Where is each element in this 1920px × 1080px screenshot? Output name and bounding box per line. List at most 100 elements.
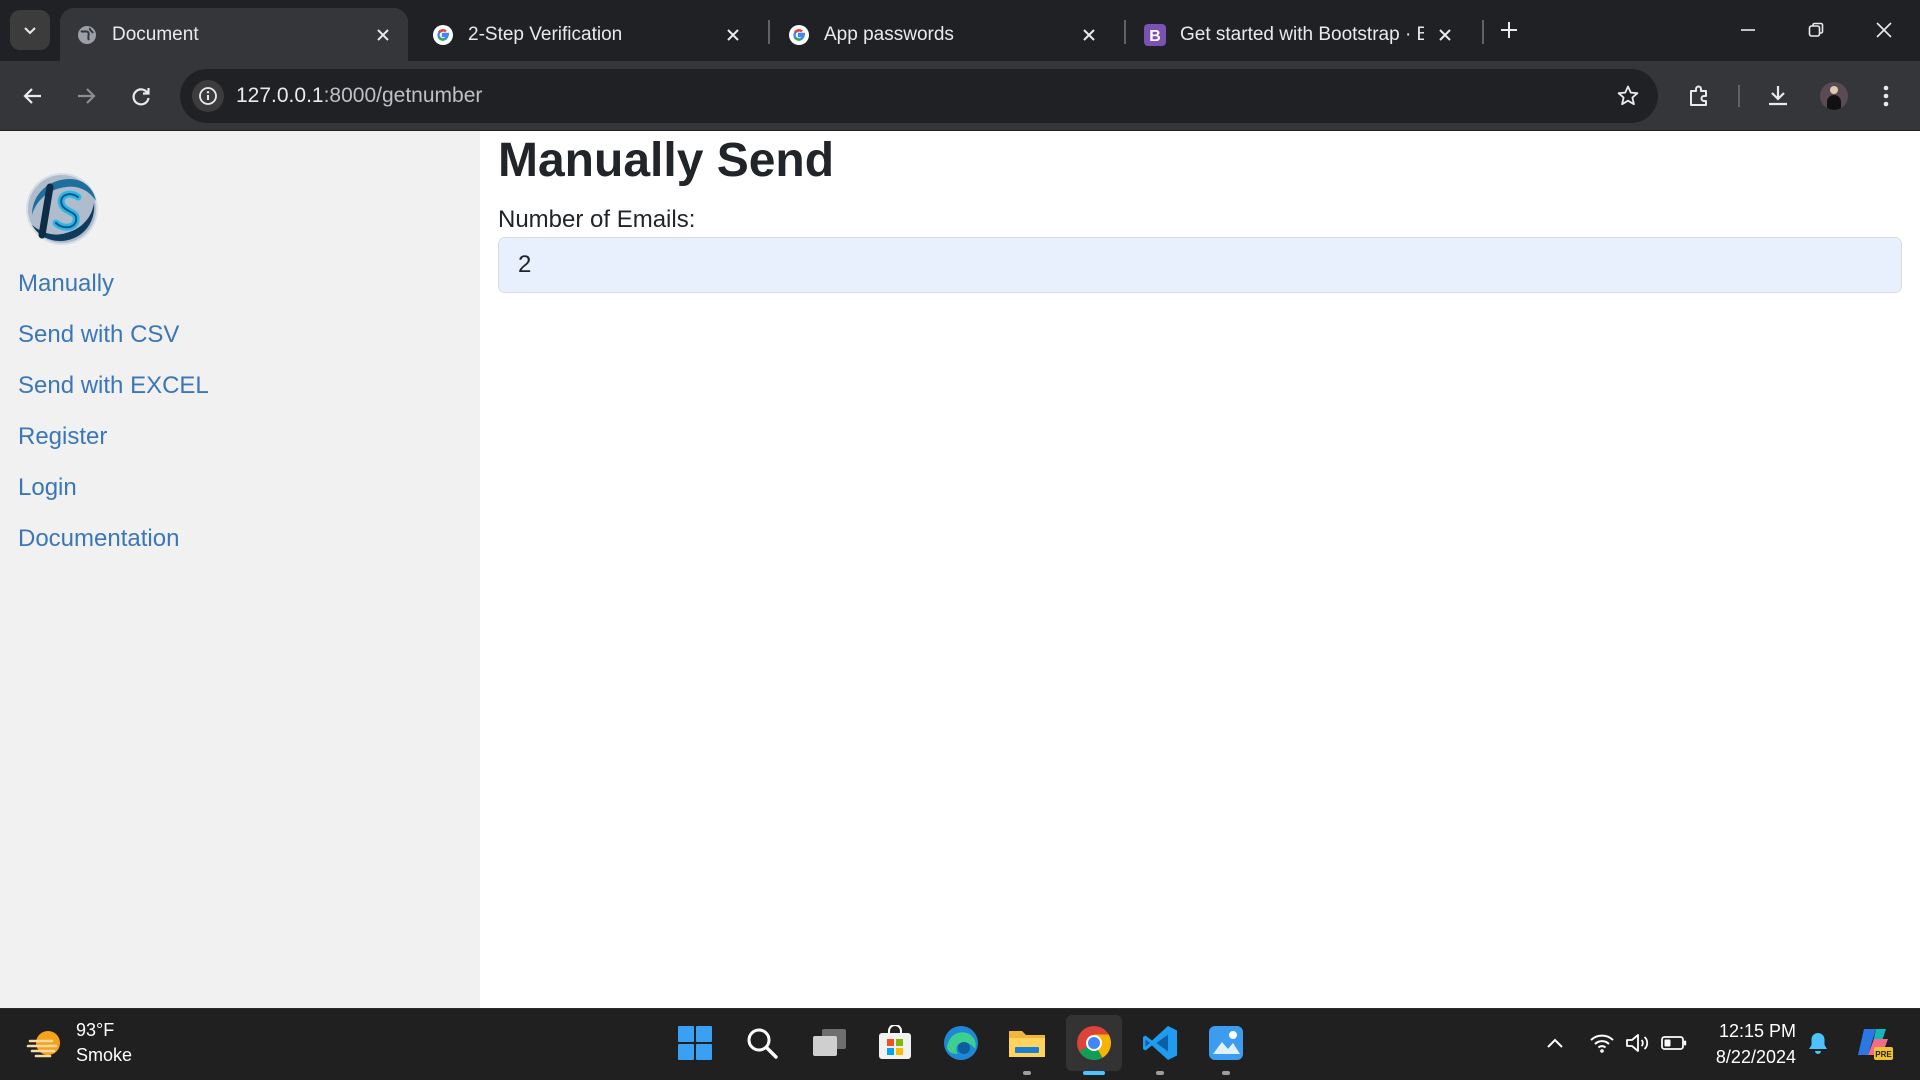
clock-date[interactable]: 8/22/2024 xyxy=(1700,1047,1796,1068)
volume-icon[interactable] xyxy=(1624,1029,1652,1057)
tab-title: Document xyxy=(112,23,199,45)
weather-condition[interactable]: Smoke xyxy=(76,1045,132,1066)
photos-button[interactable] xyxy=(1198,1015,1254,1075)
chrome-button[interactable] xyxy=(1066,1015,1122,1075)
photos-icon xyxy=(1209,1026,1243,1060)
tab-separator xyxy=(768,20,770,44)
vscode-icon xyxy=(1143,1026,1177,1060)
tab-app-passwords[interactable]: App passwords xyxy=(772,8,1114,61)
edge-button[interactable] xyxy=(933,1015,989,1071)
new-tab-button[interactable] xyxy=(1492,13,1526,47)
file-explorer-icon xyxy=(1009,1031,1045,1057)
nav-link-send-with-csv[interactable]: Send with CSV xyxy=(18,321,179,349)
google-icon xyxy=(432,24,454,46)
tab-document[interactable]: Document xyxy=(60,8,408,61)
tab-title: App passwords xyxy=(824,23,954,45)
active-indicator xyxy=(1083,1071,1105,1075)
running-indicator xyxy=(1023,1071,1031,1075)
extensions-button[interactable] xyxy=(1679,76,1719,116)
close-icon xyxy=(1876,22,1892,38)
address-bar[interactable]: 127.0.0.1:8000/getnumber xyxy=(180,69,1658,123)
weather-temperature[interactable]: 93°F xyxy=(76,1020,114,1041)
bootstrap-icon: B xyxy=(1144,23,1166,46)
battery-icon[interactable] xyxy=(1660,1029,1688,1057)
google-icon xyxy=(788,24,810,46)
avatar-head xyxy=(1830,86,1838,94)
downloads-button[interactable] xyxy=(1758,76,1798,116)
task-view-icon xyxy=(813,1029,846,1056)
tab-2-step-verification[interactable]: 2-Step Verification xyxy=(416,8,758,61)
puzzle-icon xyxy=(1690,85,1707,106)
nav-link-login[interactable]: Login xyxy=(18,474,77,502)
tab-separator xyxy=(1482,20,1484,44)
chevron-down-icon xyxy=(24,27,36,35)
restore-button[interactable] xyxy=(1782,0,1850,60)
globe-icon xyxy=(76,24,98,46)
url-host: 127.0.0.1 xyxy=(236,84,324,107)
close-icon[interactable] xyxy=(372,24,394,46)
nav-link-send-with-excel[interactable]: Send with EXCEL xyxy=(18,372,209,400)
url-text: 127.0.0.1:8000/getnumber xyxy=(236,84,482,108)
taskbar-search-button[interactable] xyxy=(734,1015,790,1071)
reload-icon xyxy=(132,88,150,106)
running-indicator xyxy=(1222,1071,1230,1075)
tab-search-button[interactable] xyxy=(10,10,50,50)
store-icon xyxy=(879,1025,911,1059)
download-icon xyxy=(1769,86,1787,106)
notifications-bell-icon[interactable] xyxy=(1804,1029,1832,1057)
reload-button[interactable] xyxy=(121,76,161,116)
nav-link-manually[interactable]: Manually xyxy=(18,270,114,298)
toolbar-divider xyxy=(1738,85,1740,107)
vscode-button[interactable] xyxy=(1132,1015,1188,1075)
copilot-icon[interactable]: PRE xyxy=(1854,1023,1894,1063)
running-indicator xyxy=(1156,1071,1164,1075)
site-info-icon[interactable] xyxy=(192,80,224,112)
chevron-up-icon xyxy=(1547,1038,1563,1048)
email-count-label: Number of Emails: xyxy=(498,206,696,233)
tab-strip: Document 2-Step Verification App passwor… xyxy=(0,0,1920,61)
restore-icon xyxy=(1808,22,1824,37)
close-icon[interactable] xyxy=(1078,24,1100,46)
taskbar: 93°F Smoke 12:15 PM 8/22/2024 PRE xyxy=(0,1008,1920,1080)
browser-toolbar: 127.0.0.1:8000/getnumber xyxy=(0,61,1920,131)
chrome-icon xyxy=(1077,1026,1111,1060)
search-icon xyxy=(747,1028,778,1059)
close-window-button[interactable] xyxy=(1850,0,1918,60)
email-count-input[interactable] xyxy=(498,237,1902,293)
svg-text:B: B xyxy=(1149,28,1161,45)
start-button[interactable] xyxy=(667,1015,723,1071)
store-button[interactable] xyxy=(867,1015,923,1071)
close-icon[interactable] xyxy=(722,24,744,46)
wifi-icon[interactable] xyxy=(1588,1029,1616,1057)
close-icon[interactable] xyxy=(1434,24,1456,46)
bookmark-star-icon[interactable] xyxy=(1614,82,1642,110)
main-content: Manually Send Number of Emails: xyxy=(480,131,1920,1008)
edge-icon xyxy=(944,1026,978,1060)
forward-button[interactable] xyxy=(66,76,106,116)
weather-icon[interactable] xyxy=(26,1025,66,1065)
web-page: Manually Send with CSV Send with EXCEL R… xyxy=(0,131,1920,1008)
page-title: Manually Send xyxy=(498,134,835,187)
sidebar: Manually Send with CSV Send with EXCEL R… xyxy=(0,131,480,1008)
tab-separator xyxy=(1124,20,1126,44)
more-vertical-icon xyxy=(1883,85,1889,107)
clock-time[interactable]: 12:15 PM xyxy=(1700,1021,1796,1042)
back-button[interactable] xyxy=(13,76,53,116)
svg-text:PRE: PRE xyxy=(1875,1050,1892,1059)
task-view-button[interactable] xyxy=(801,1015,857,1071)
nav-link-register[interactable]: Register xyxy=(18,423,107,451)
tab-bootstrap[interactable]: B Get started with Bootstrap · Bootstrap xyxy=(1128,8,1470,61)
minimize-button[interactable] xyxy=(1714,0,1782,60)
profile-avatar[interactable] xyxy=(1820,82,1848,110)
tab-title: Get started with Bootstrap · Bootstrap xyxy=(1180,23,1424,45)
file-explorer-button[interactable] xyxy=(999,1015,1055,1075)
plus-icon xyxy=(1501,22,1517,38)
nav-link-documentation[interactable]: Documentation xyxy=(18,525,179,553)
minimize-icon xyxy=(1741,29,1755,31)
show-hidden-icons-button[interactable] xyxy=(1541,1029,1569,1057)
browser-menu-button[interactable] xyxy=(1866,76,1906,116)
avatar-body xyxy=(1827,95,1841,110)
site-logo xyxy=(20,165,104,249)
tab-title: 2-Step Verification xyxy=(468,23,623,45)
arrow-left-icon xyxy=(23,88,41,104)
